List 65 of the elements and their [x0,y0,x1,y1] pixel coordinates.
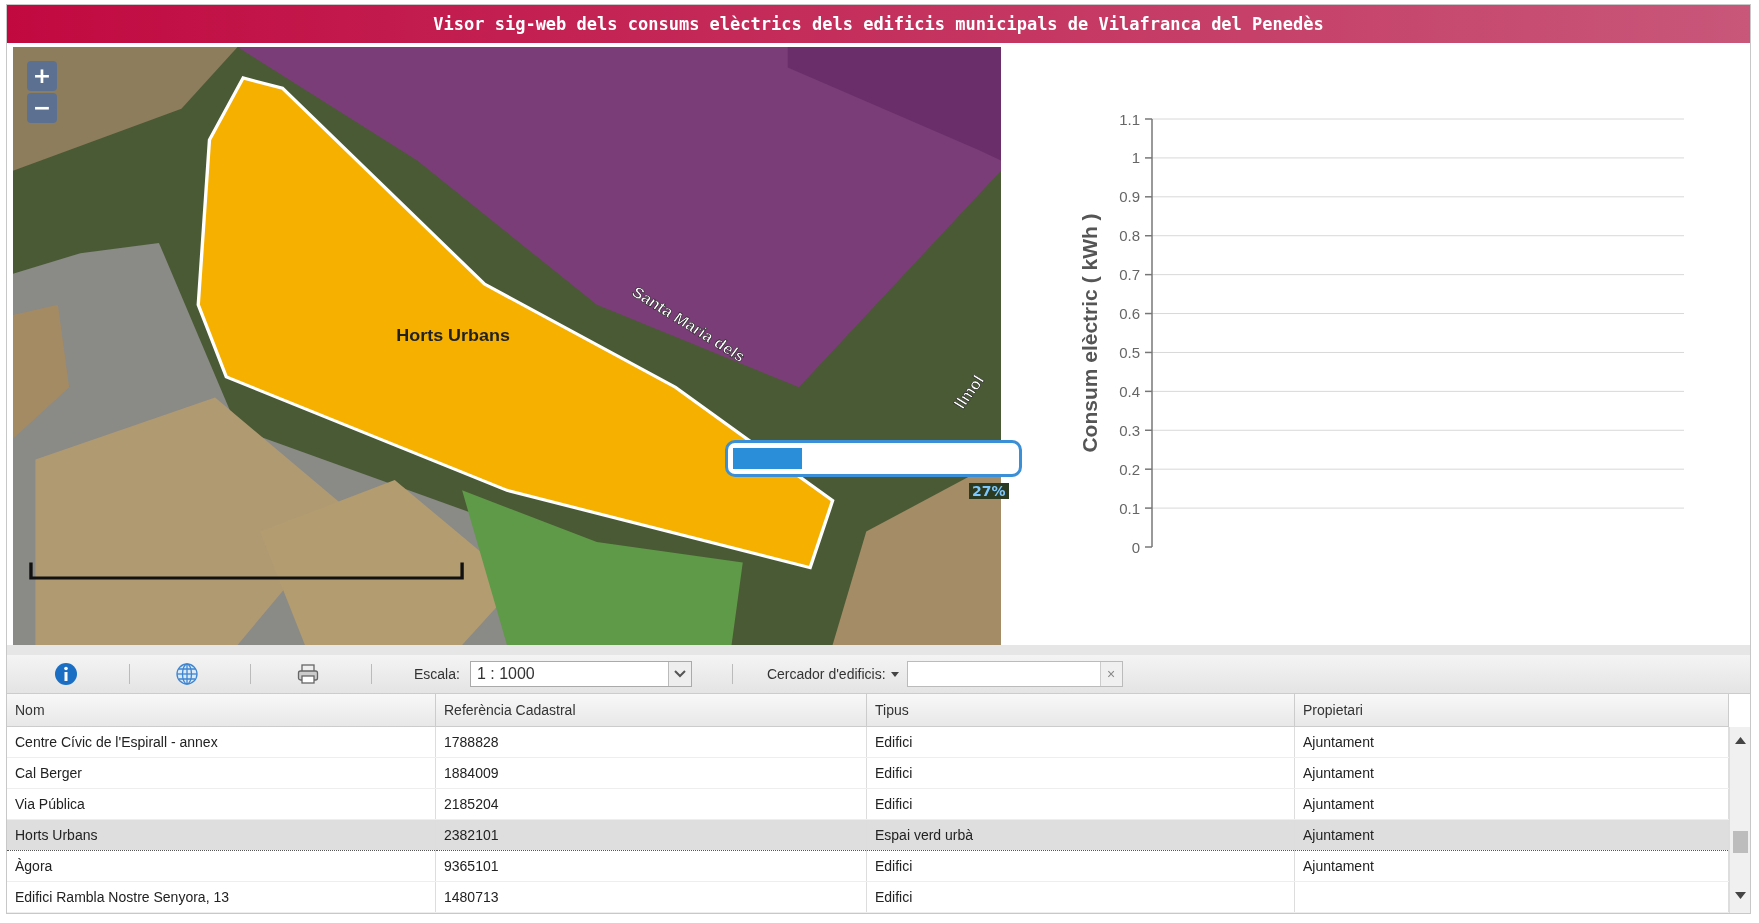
zoom-in-button[interactable]: + [27,61,57,91]
table-cell: Espai verd urbà [866,819,1295,851]
table-cell: 9365101 [435,850,867,882]
column-header[interactable]: Referència Cadastral [435,694,867,727]
table-cell: 1884009 [435,757,867,789]
scroll-down-icon[interactable] [1735,892,1746,899]
table-cell: Via Pública [7,788,436,820]
tick-label: 0.1 [1119,499,1140,517]
tick-label: 1.1 [1119,110,1140,128]
table-cell: Centre Cívic de l'Espirall - annex [7,726,436,758]
globe-icon [175,662,199,686]
table-row[interactable]: Àgora 9365101 Edifici Ajuntament [7,850,1729,882]
table-cell: 2185204 [435,788,867,820]
caret-icon [890,671,899,677]
table-cell: Edifici Rambla Nostre Senyora, 13 [7,881,436,913]
window-title: Visor sig-web dels consums elèctrics dels edificis municipals de Vilafranca del Penedès [433,14,1324,34]
scale-bar-icon [29,562,464,580]
scale-dropdown[interactable]: 1 : 1000 [469,661,692,687]
table-row[interactable]: Edifici Rambla Nostre Senyora, 13 1480713 Edifici [7,881,1729,913]
column-header[interactable]: Nom [7,694,436,727]
table-cell: Edifici [866,881,1295,913]
table-cell: Ajuntament [1294,819,1729,851]
building-search-menu[interactable]: Cercador d'edificis: [766,666,899,682]
printer-icon [296,662,320,686]
table-cell: Ajuntament [1294,726,1729,758]
tick-label: 0.5 [1119,343,1140,361]
scrollbar[interactable] [1729,727,1750,913]
table-cell: 1788828 [435,726,867,758]
chevron-down-icon [673,670,686,678]
table-row[interactable]: Cal Berger 1884009 Edifici Ajuntament [7,757,1729,789]
tick-label: 0.7 [1119,266,1140,284]
tick-label: 0.8 [1119,227,1140,245]
table-cell: Cal Berger [7,757,436,789]
tick-label: 1 [1131,149,1140,167]
table-cell: Àgora [7,850,436,882]
zoom-out-button[interactable]: − [27,93,57,123]
tick-label: 0.4 [1119,382,1140,400]
table-row[interactable]: Horts Urbans 2382101 Espai verd urbà Ajuntament [7,819,1729,851]
table-row[interactable]: Centre Cívic de l'Espirall - annex 1788828 Edifici Ajuntament [7,726,1729,758]
parcel-label: Horts Urbans [396,325,510,345]
table-cell: Ajuntament [1294,788,1729,820]
scroll-up-icon[interactable] [1735,737,1746,744]
tick-label: 0 [1131,538,1140,556]
table-cell: Horts Urbans [7,819,436,851]
tick-label: 0.3 [1119,421,1140,439]
table-cell: Ajuntament [1294,850,1729,882]
column-header[interactable]: Propietari [1294,694,1729,727]
table-cell: Edifici [866,788,1295,820]
info-icon [54,662,78,686]
tick-label: 0.2 [1119,460,1140,478]
tick-label: 0.6 [1119,305,1140,323]
parcel-polygon[interactable] [196,76,835,570]
table-cell: 2382101 [435,819,867,851]
progress-percent: 27% [969,483,1009,499]
scroll-thumb[interactable] [1733,831,1748,853]
table-cell: Edifici [866,726,1295,758]
table-cell: 1480713 [435,881,867,913]
table-row[interactable]: Via Pública 2185204 Edifici Ajuntament [7,788,1729,820]
table-cell: Edifici [866,757,1295,789]
table-cell: Edifici [866,850,1295,882]
table-cell: Ajuntament [1294,757,1729,789]
column-header[interactable]: Tipus [866,694,1295,727]
scale-label: Escala: [414,666,460,682]
tick-label: 0.9 [1119,188,1140,206]
y-axis-title: Consum elèctric ( kWh ) [1078,213,1101,453]
